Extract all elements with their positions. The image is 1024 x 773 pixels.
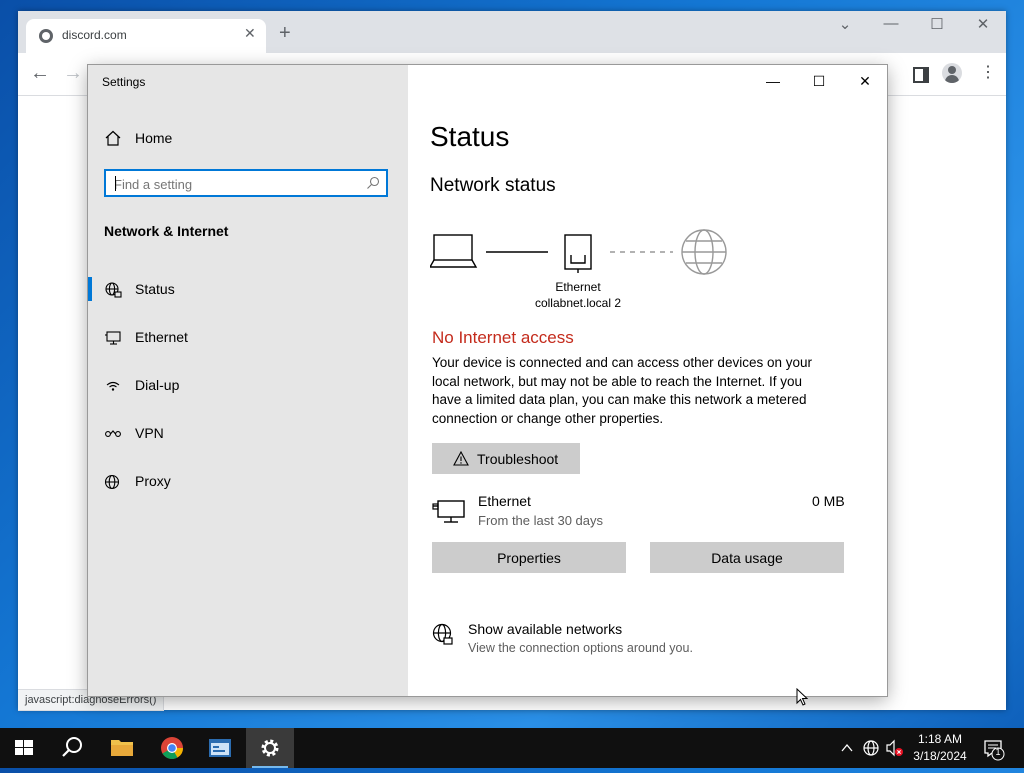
settings-window: Settings Home Network & Internet Sta [88, 65, 887, 696]
show-available-networks-description: View the connection options around you. [468, 641, 693, 655]
tab-search-icon[interactable]: ⌄ [830, 15, 860, 33]
close-browser-button[interactable]: ✕ [968, 15, 998, 33]
taskbar-app[interactable] [196, 728, 244, 768]
ethernet-monitor-icon [105, 331, 121, 345]
ethernet-usage-period: From the last 30 days [478, 513, 603, 528]
home-icon [105, 130, 121, 146]
minimize-browser-button[interactable]: — [876, 15, 906, 32]
sidebar-item-label: VPN [135, 425, 164, 441]
system-clock[interactable]: 1:18 AM 3/18/2024 [908, 731, 972, 765]
sidebar-item-label: Dial-up [135, 377, 180, 393]
troubleshoot-label: Troubleshoot [477, 451, 559, 467]
maximize-button[interactable]: ☐ [796, 71, 842, 91]
laptop-icon [430, 234, 478, 268]
back-arrow-icon[interactable]: ← [30, 62, 50, 85]
troubleshoot-button[interactable]: Troubleshoot [432, 443, 580, 474]
sidebar-item-label: Ethernet [135, 329, 188, 345]
show-hidden-icons-chevron-icon[interactable] [838, 728, 856, 768]
clock-time: 1:18 AM [917, 732, 963, 746]
section-title: Network & Internet [104, 223, 229, 239]
side-panel-icon[interactable] [913, 67, 929, 83]
settings-sidebar: Settings Home Network & Internet Sta [88, 65, 408, 696]
ethernet-monitor-icon [432, 500, 465, 523]
folder-icon [111, 740, 133, 756]
clock-date: 3/18/2024 [913, 749, 967, 763]
sidebar-item-label: Proxy [135, 473, 171, 489]
app-window-icon [209, 739, 231, 757]
home-nav-item[interactable]: Home [104, 129, 404, 153]
connection-status-text: No Internet access [432, 328, 574, 347]
mouse-pointer-icon [796, 688, 808, 706]
close-button[interactable]: ✕ [842, 71, 888, 91]
windows-logo-icon [15, 740, 33, 755]
ethernet-caption: Ethernet collabnet.local 2 [518, 279, 638, 311]
sidebar-item-dialup[interactable]: Dial-up [88, 366, 408, 406]
gear-icon [261, 739, 279, 757]
search-icon [367, 176, 380, 189]
search-box[interactable] [104, 169, 388, 197]
close-tab-icon[interactable]: ✕ [244, 25, 256, 42]
ethernet-caption-network: collabnet.local 2 [534, 296, 622, 310]
connection-description: Your device is connected and can access … [432, 355, 812, 426]
ethernet-port-icon [564, 234, 592, 273]
network-globe-icon[interactable] [861, 728, 881, 768]
sidebar-item-ethernet[interactable]: Ethernet [88, 318, 408, 358]
globe-network-icon [432, 623, 453, 645]
globe-icon [104, 474, 120, 490]
search-icon [62, 737, 82, 757]
sidebar-item-proxy[interactable]: Proxy [88, 462, 408, 502]
taskbar-search-button[interactable] [48, 728, 96, 768]
new-tab-button[interactable]: + [279, 23, 291, 43]
sidebar-item-label: Status [135, 281, 175, 297]
volume-muted-icon[interactable] [884, 728, 906, 768]
profile-avatar-icon[interactable] [942, 63, 962, 83]
internet-globe-icon [681, 229, 727, 275]
tab-title: discord.com [62, 28, 127, 42]
globe-network-icon [105, 282, 122, 298]
ethernet-caption-name: Ethernet [555, 280, 601, 294]
vpn-icon [105, 430, 121, 437]
window-title: Settings [102, 75, 146, 89]
sidebar-item-status[interactable]: Status [88, 270, 408, 310]
tab-strip: discord.com ✕ + ⌄ — ☐ ✕ [18, 11, 1006, 53]
start-button[interactable] [0, 728, 48, 768]
maximize-browser-button[interactable]: ☐ [922, 15, 952, 33]
dialup-icon [106, 381, 120, 391]
taskbar: 1:18 AM 3/18/2024 1 [0, 728, 1024, 768]
chrome-icon [161, 737, 183, 759]
warning-icon [453, 451, 469, 466]
notification-count: 1 [995, 747, 1001, 757]
text-caret [115, 176, 116, 191]
globe-icon [39, 29, 53, 43]
notification-icon [984, 740, 1005, 761]
show-available-networks-link[interactable]: Show available networks [468, 621, 622, 637]
taskbar-chrome[interactable] [148, 728, 196, 768]
taskbar-file-explorer[interactable] [98, 728, 146, 768]
ethernet-data-usage: 0 MB [812, 493, 845, 509]
sidebar-item-vpn[interactable]: VPN [88, 414, 408, 454]
settings-content: — ☐ ✕ Status Network status Ethernet col… [408, 65, 887, 696]
kebab-menu-icon[interactable]: ⋮ [980, 63, 996, 83]
action-center-button[interactable]: 1 [981, 728, 1021, 768]
properties-button[interactable]: Properties [432, 542, 626, 573]
taskbar-settings[interactable] [246, 728, 294, 768]
minimize-button[interactable]: — [750, 71, 796, 91]
browser-tab[interactable]: discord.com ✕ [26, 19, 266, 53]
forward-arrow-icon[interactable]: → [63, 62, 83, 85]
data-usage-button[interactable]: Data usage [650, 542, 844, 573]
network-status-heading: Network status [430, 175, 556, 196]
home-label: Home [135, 130, 173, 146]
ethernet-adapter-name: Ethernet [478, 493, 531, 509]
search-input[interactable] [114, 175, 354, 193]
page-title: Status [430, 121, 510, 152]
